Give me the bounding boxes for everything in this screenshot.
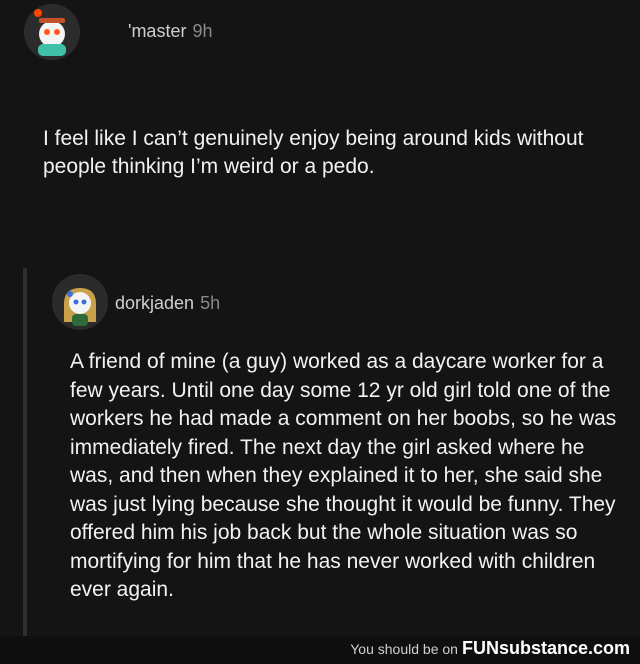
reply-body: A friend of mine (a guy) worked as a day… xyxy=(70,350,617,601)
watermark-bar: You should be on FUNsubstance.com xyxy=(0,636,640,664)
post-body: I feel like I can’t genuinely enjoy bein… xyxy=(43,127,584,178)
snoo-avatar-icon xyxy=(52,274,108,330)
avatar[interactable] xyxy=(24,4,80,60)
post-timestamp: 9h xyxy=(192,21,213,41)
reply-timestamp: 5h xyxy=(200,293,221,313)
post-author-name: master xyxy=(131,21,187,41)
thread-line[interactable] xyxy=(23,268,27,638)
reply-author[interactable]: dorkjaden 5h xyxy=(115,293,220,314)
reply-author-name: dorkjaden xyxy=(115,293,195,313)
reply-avatar[interactable] xyxy=(52,274,108,330)
watermark-brand: FUNsubstance.com xyxy=(461,638,630,658)
snoo-avatar-icon xyxy=(24,4,80,60)
post-author[interactable]: 'master 9h xyxy=(128,21,212,42)
watermark-prefix: You should be on xyxy=(350,641,458,657)
watermark: You should be on FUNsubstance.com xyxy=(350,638,630,659)
